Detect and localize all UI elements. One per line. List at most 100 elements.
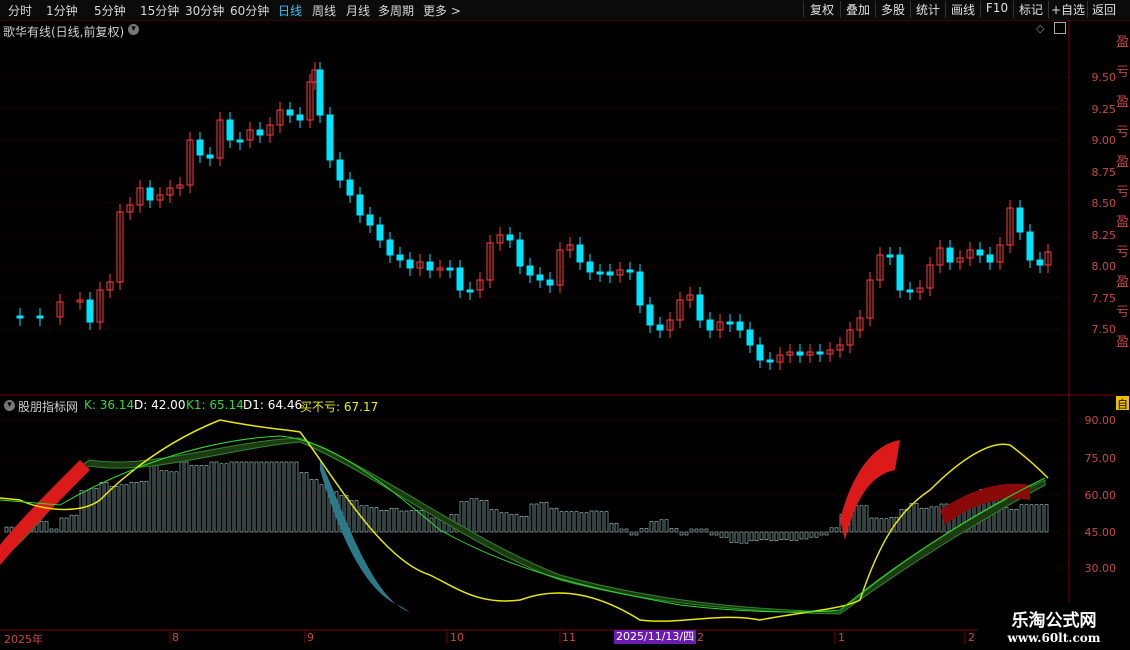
histogram-bar: [754, 531, 759, 542]
histogram-bar: [564, 511, 569, 533]
indicator-tick: 75.00: [1084, 452, 1117, 465]
cursor-date-label: 2025/11/13/四: [614, 630, 697, 644]
histogram-bar: [869, 517, 874, 533]
histogram-bar: [284, 461, 289, 533]
candle-body: [326, 114, 334, 161]
candle-body: [286, 109, 294, 116]
histogram-bar: [884, 518, 889, 533]
window-toggle-icon[interactable]: [1054, 22, 1066, 34]
candle-body: [946, 247, 954, 263]
candle-body: [196, 139, 204, 156]
histogram-bar: [579, 512, 584, 533]
side-signal-label: 亏: [1116, 65, 1130, 80]
histogram-bar: [429, 517, 434, 533]
histogram-bar: [1029, 504, 1034, 533]
histogram-bar: [404, 510, 409, 533]
histogram-bar: [389, 507, 394, 533]
histogram-bar: [639, 528, 644, 533]
candle-body: [746, 329, 754, 346]
histogram-bar: [154, 465, 159, 533]
histogram-bar: [4, 526, 9, 533]
histogram-bar: [319, 484, 324, 533]
candle-body: [726, 321, 734, 325]
histogram-bar: [99, 481, 104, 533]
histogram-bar: [1039, 504, 1044, 533]
candle-body: [296, 114, 304, 121]
price-tick: 9.00: [1091, 134, 1117, 147]
histogram-bar: [144, 480, 149, 533]
histogram-bar: [474, 498, 479, 533]
side-signal-label: 盈: [1116, 155, 1130, 170]
histogram-bar: [164, 470, 169, 533]
histogram-bar: [259, 461, 264, 533]
candle-body: [596, 271, 604, 275]
histogram-bar: [44, 521, 49, 533]
indicator-histogram: [4, 461, 1049, 544]
histogram-bar: [814, 531, 819, 538]
candle-body: [236, 139, 244, 143]
histogram-bar: [189, 465, 194, 533]
candle-body: [696, 294, 704, 321]
indicator-value-k: K: 36.14: [84, 398, 135, 412]
histogram-bar: [434, 517, 439, 533]
histogram-bar: [809, 531, 814, 538]
price-tick: 9.50: [1091, 71, 1117, 84]
horizontal-gridlines: [0, 76, 1069, 569]
price-tick: 8.00: [1091, 260, 1117, 273]
histogram-bar: [414, 509, 419, 533]
chevron-down-icon[interactable]: ▾: [4, 400, 15, 411]
histogram-bar: [484, 500, 489, 533]
price-tick: 8.75: [1091, 166, 1117, 179]
histogram-bar: [229, 461, 234, 533]
histogram-bar: [904, 508, 909, 533]
histogram-bar: [79, 490, 84, 533]
histogram-bar: [104, 481, 109, 533]
histogram-bar: [609, 522, 614, 533]
histogram-bar: [999, 507, 1004, 533]
histogram-bar: [304, 472, 309, 533]
histogram-bar: [784, 531, 789, 540]
watermark-logo: 乐淘公式网 www.60lt.com: [978, 602, 1130, 650]
indicator-tick: 90.00: [1084, 414, 1117, 427]
diamond-icon[interactable]: ◇: [1036, 22, 1044, 35]
histogram-bar: [254, 461, 259, 533]
candle-body: [656, 324, 664, 331]
histogram-bar: [684, 531, 689, 536]
side-signal-label: 亏: [1116, 185, 1130, 200]
histogram-bar: [799, 531, 804, 540]
candle-body: [336, 159, 344, 181]
histogram-bar: [589, 510, 594, 533]
chevron-down-icon[interactable]: ▾: [128, 24, 139, 35]
histogram-bar: [399, 510, 404, 533]
histogram-bar: [134, 481, 139, 533]
candle-body: [1036, 259, 1044, 266]
histogram-bar: [469, 498, 474, 533]
histogram-bar: [939, 503, 944, 533]
candle-body: [816, 351, 824, 355]
candle-body: [516, 239, 524, 267]
histogram-bar: [184, 461, 189, 533]
histogram-bar: [384, 509, 389, 533]
histogram-bar: [294, 461, 299, 533]
histogram-bar: [739, 531, 744, 544]
k-ribbon-up: [0, 460, 90, 565]
side-signal-label: 亏: [1116, 305, 1130, 320]
candle-body: [986, 254, 994, 263]
histogram-bar: [1024, 504, 1029, 533]
histogram-bar: [279, 461, 284, 533]
histogram-bar: [674, 528, 679, 533]
histogram-bar: [509, 514, 514, 533]
candle-body: [206, 154, 214, 159]
histogram-bar: [249, 461, 254, 533]
histogram-bar: [859, 505, 864, 533]
histogram-bar: [394, 507, 399, 533]
price-tick: 7.50: [1091, 323, 1117, 336]
histogram-bar: [654, 521, 659, 533]
histogram-bar: [489, 509, 494, 533]
indicator-name: 股朋指标网: [18, 400, 79, 414]
histogram-bar: [1044, 504, 1049, 533]
histogram-bar: [834, 527, 839, 533]
candle-body: [376, 224, 384, 241]
kline-chart[interactable]: [0, 0, 1130, 650]
histogram-bar: [829, 527, 834, 533]
